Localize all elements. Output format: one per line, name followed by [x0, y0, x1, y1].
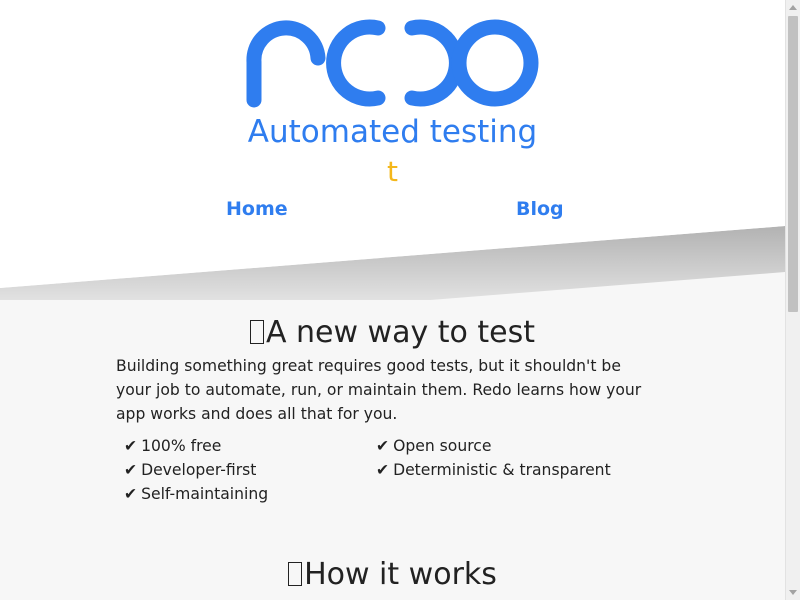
redo-logo	[246, 19, 539, 108]
section-title-text: How it works	[304, 557, 497, 592]
scrollbar-thumb[interactable]	[788, 16, 798, 312]
check-mark-icon: ✔	[376, 461, 390, 479]
feature-item: ✔ Open source	[376, 434, 491, 458]
nav-home-link[interactable]: Home	[226, 196, 288, 222]
intro-paragraph: Building something great requires good t…	[116, 357, 642, 423]
feature-label: 100% free	[141, 437, 222, 455]
page: Automated testing t Home Blog A new way …	[0, 0, 785, 600]
feature-label: Developer-first	[141, 461, 257, 479]
feature-item: ✔ Developer-first	[124, 458, 256, 482]
scroll-up-arrow-icon[interactable]	[789, 5, 797, 10]
check-mark-icon: ✔	[124, 437, 138, 455]
feature-label: Self-maintaining	[141, 485, 269, 503]
missing-glyph-icon	[249, 320, 264, 344]
scroll-down-arrow-icon[interactable]	[789, 590, 797, 595]
tagline: Automated testing	[247, 114, 538, 150]
feature-item: ✔ 100% free	[124, 434, 221, 458]
feature-label: Deterministic & transparent	[393, 461, 611, 479]
section-title-how-it-works: How it works	[0, 555, 785, 595]
section-title-text: A new way to test	[265, 315, 536, 350]
feature-item: ✔ Deterministic & transparent	[376, 458, 611, 482]
check-mark-icon: ✔	[376, 437, 390, 455]
missing-glyph-icon	[288, 562, 303, 586]
typed-text: t	[387, 155, 398, 188]
feature-label: Open source	[393, 437, 492, 455]
feature-item: ✔ Self-maintaining	[124, 482, 268, 506]
vertical-scrollbar[interactable]	[785, 0, 800, 600]
check-mark-icon: ✔	[124, 485, 138, 503]
section-title-new-way: A new way to test	[0, 313, 785, 353]
nav-blog-link[interactable]: Blog	[516, 196, 564, 222]
check-mark-icon: ✔	[124, 461, 138, 479]
